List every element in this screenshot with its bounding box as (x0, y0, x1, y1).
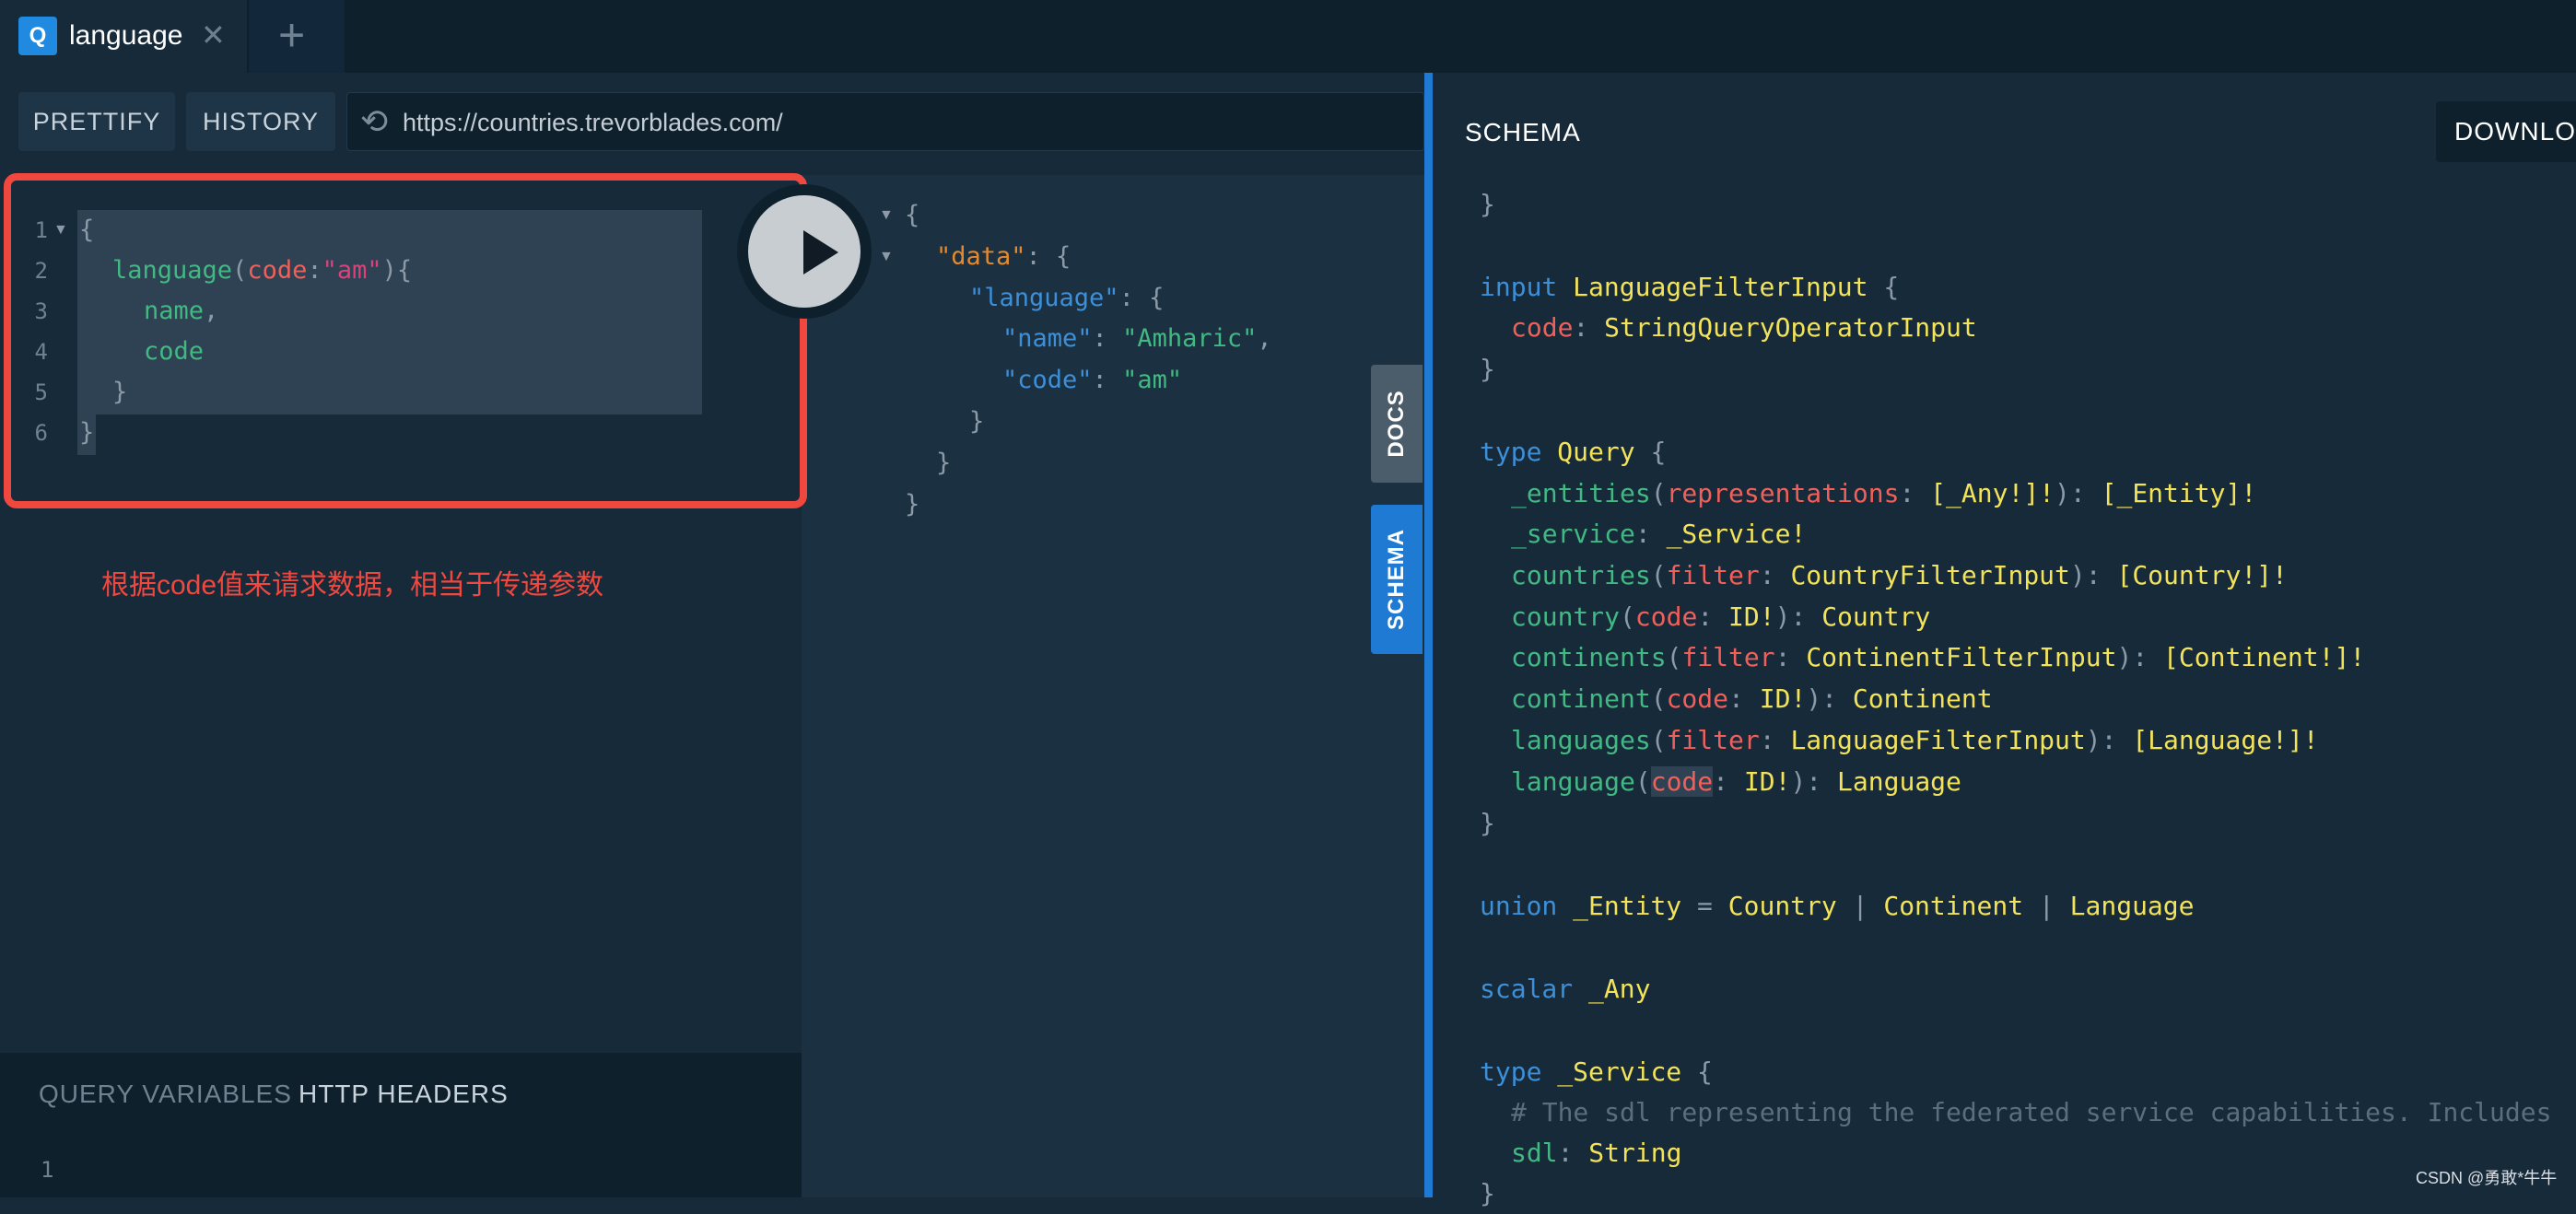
history-button[interactable]: HISTORY (186, 92, 335, 151)
tab-language[interactable]: Q language ✕ (0, 0, 247, 73)
schema-field: languages(filter: LanguageFilterInput): … (1511, 725, 2319, 755)
result-key: "data" (936, 242, 1026, 271)
schema-type-decl: type Query { (1480, 437, 1667, 467)
result-name-line: "name": "Amharic", (1002, 324, 1272, 353)
schema-title: SCHEMA (1465, 118, 1581, 146)
plus-icon: + (278, 9, 306, 61)
schema-brace: } (1480, 354, 1495, 384)
execute-button-face[interactable] (748, 195, 861, 308)
schema-brace: } (1480, 189, 1495, 219)
fold-arrow-icon[interactable]: ▼ (879, 195, 894, 236)
schema-field: language(code: ID!): Language (1511, 766, 1961, 797)
schema-comment: # The sdl representing the federated ser… (1511, 1097, 2552, 1127)
result-key: "code" (1002, 366, 1093, 394)
close-icon[interactable]: ✕ (201, 17, 226, 53)
query-tab-icon: Q (18, 17, 57, 55)
result-brace: { (905, 201, 920, 229)
fold-arrow-icon[interactable]: ▼ (879, 237, 894, 277)
tab-label: language (69, 20, 183, 51)
prettify-button[interactable]: PRETTIFY (18, 92, 175, 151)
schema-scalar-decl: scalar _Any (1480, 974, 1651, 1004)
result-language-line: "language": { (969, 284, 1165, 312)
schema-brace: } (1480, 808, 1495, 838)
schema-input-decl: input LanguageFilterInput { (1480, 272, 1900, 302)
execute-button[interactable] (737, 184, 872, 319)
play-icon (803, 230, 838, 274)
schema-field: _service: _Service! (1511, 519, 1807, 549)
result-key: "language" (969, 284, 1119, 312)
docs-tab[interactable]: DOCS (1371, 365, 1423, 483)
endpoint-url-bar[interactable]: ⟲ https://countries.trevorblades.com/ (346, 92, 1424, 151)
add-tab-button[interactable]: + (249, 0, 345, 73)
annotation-text: 根据code值来请求数据，相当于传递参数 (101, 570, 604, 601)
schema-service-decl: type _Service { (1480, 1056, 1713, 1087)
result-data-line: "data": { (936, 242, 1071, 271)
schema-field: continents(filter: ContinentFilterInput)… (1511, 642, 2366, 672)
result-value: "am" (1122, 366, 1183, 394)
schema-field: sdl: String (1511, 1138, 1682, 1168)
schema-brace: } (1480, 1178, 1495, 1208)
tab-bar (0, 0, 2576, 73)
schema-field: country(code: ID!): Country (1511, 601, 1931, 632)
query-variables-tab[interactable]: QUERY VARIABLES (39, 1076, 292, 1113)
watermark: CSDN @勇敢*牛牛 (2416, 1169, 2558, 1187)
result-value: "Amharic" (1122, 324, 1258, 353)
result-brace: } (969, 407, 985, 436)
result-key: "name" (1002, 324, 1093, 353)
variables-panel (0, 1053, 802, 1197)
schema-union-decl: union _Entity = Country | Continent | La… (1480, 891, 2195, 921)
download-button[interactable]: DOWNLOAD (2436, 101, 2576, 162)
result-code-line: "code": "am" (1002, 366, 1183, 394)
http-headers-tab[interactable]: HTTP HEADERS (299, 1076, 509, 1113)
line-number: 1 (41, 1157, 54, 1183)
endpoint-url: https://countries.trevorblades.com/ (403, 109, 783, 136)
annotation-box (4, 173, 807, 508)
reload-icon[interactable]: ⟲ (360, 101, 388, 142)
schema-field: continent(code: ID!): Continent (1511, 683, 1993, 714)
schema-field: countries(filter: CountryFilterInput): [… (1511, 560, 2288, 590)
result-brace: } (936, 449, 952, 477)
schema-input-field: code: StringQueryOperatorInput (1511, 312, 1977, 343)
schema-tab[interactable]: SCHEMA (1371, 505, 1423, 654)
schema-field: _entities(representations: [_Any!]!): [_… (1511, 478, 2257, 508)
result-brace: } (905, 490, 920, 519)
